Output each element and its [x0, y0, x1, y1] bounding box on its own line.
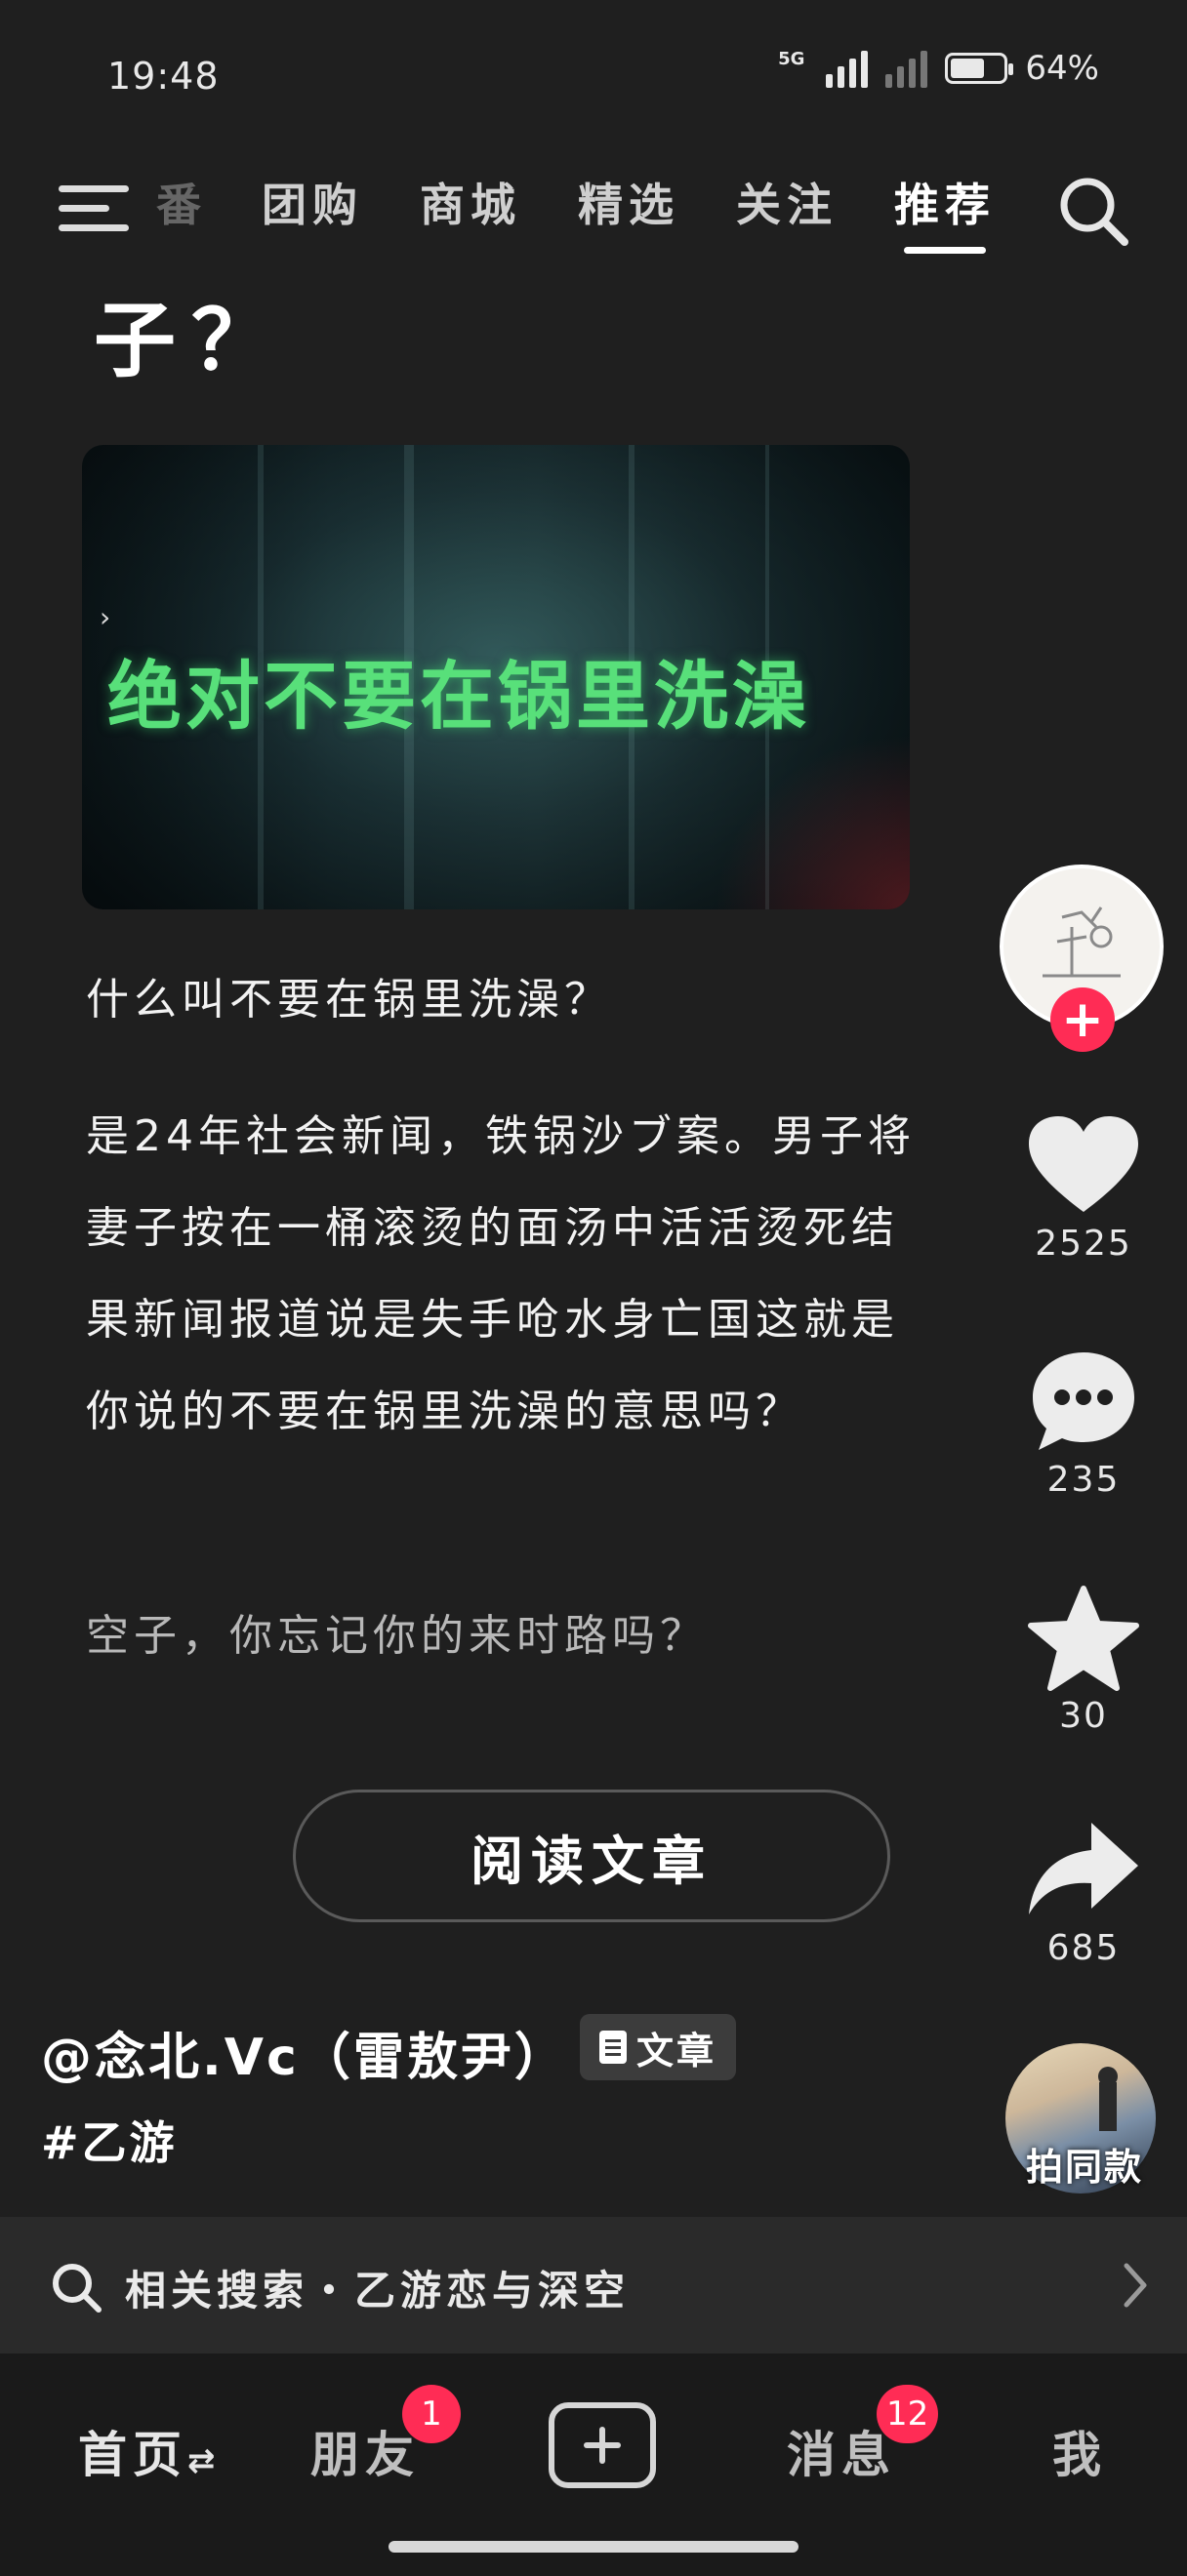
battery-percent: 64%	[1025, 49, 1099, 88]
heart-icon[interactable]	[1025, 1112, 1142, 1220]
network-type: 5G	[778, 49, 805, 69]
friends-badge: 1	[402, 2385, 461, 2443]
post-paragraph: 什么叫不要在锅里洗澡？	[86, 975, 612, 1025]
nav-home[interactable]: 首页⇄	[78, 2416, 216, 2486]
swap-icon: ⇄	[187, 2441, 216, 2480]
favorite-action[interactable]: 30	[996, 1585, 1171, 1736]
status-icons: 5G 64%	[778, 49, 1099, 88]
search-icon[interactable]	[1054, 172, 1132, 250]
share-action[interactable]: 685	[996, 1817, 1171, 1968]
post-paragraph: 空子，你忘记你的来时路吗？	[86, 1611, 708, 1661]
favorite-count: 30	[1059, 1696, 1108, 1736]
article-badge-label: 文章	[635, 2029, 716, 2073]
signal-icon-sim2	[885, 49, 928, 88]
search-icon	[53, 2264, 102, 2313]
post-title: 子？	[94, 293, 290, 388]
document-icon	[598, 2031, 627, 2064]
status-time: 19:48	[107, 55, 220, 98]
hashtag[interactable]: #乙游	[41, 2108, 178, 2172]
related-search-text: 相关搜索・乙游恋与深空	[125, 2267, 631, 2314]
top-tabs: 番 团购 商城 精选 关注 推荐	[156, 166, 996, 254]
chevron-right-icon	[1124, 2263, 1147, 2308]
tab-recommended[interactable]: 推荐	[894, 166, 996, 254]
article-badge[interactable]: 文章	[580, 2014, 736, 2080]
tab-group-buy[interactable]: 团购	[262, 166, 363, 244]
menu-icon[interactable]	[59, 181, 129, 236]
share-count: 685	[1046, 1928, 1121, 1968]
same-style-button[interactable]: 拍同款	[992, 2137, 1177, 2191]
create-post-button[interactable]	[549, 2402, 656, 2488]
read-article-button[interactable]: 阅读文章	[293, 1790, 890, 1922]
video-caption: 绝对不要在锅里洗澡	[107, 653, 810, 740]
tab-mall[interactable]: 商城	[420, 166, 521, 244]
nav-friends[interactable]: 朋友	[310, 2416, 420, 2486]
nav-home-label: 首页	[78, 2427, 187, 2483]
signal-icon	[826, 49, 869, 88]
share-icon[interactable]	[1023, 1817, 1144, 1924]
nav-me[interactable]: 我	[1052, 2416, 1107, 2486]
battery-icon	[945, 53, 1014, 84]
author-name[interactable]: @念北.Vc（雷敖尹）	[41, 2016, 568, 2089]
follow-button[interactable]: +	[1050, 987, 1115, 1052]
comment-icon[interactable]	[1025, 1347, 1142, 1456]
status-bar: 19:48 5G 64%	[0, 0, 1187, 146]
comment-action[interactable]: 235	[996, 1347, 1171, 1500]
video-thumbnail[interactable]: › 绝对不要在锅里洗澡	[82, 445, 910, 909]
tab-following[interactable]: 关注	[736, 166, 838, 244]
chevron-right-icon: ›	[100, 601, 111, 633]
top-nav: 番 团购 商城 精选 关注 推荐	[0, 166, 1187, 254]
comment-count: 235	[1046, 1460, 1121, 1500]
messages-badge: 12	[877, 2385, 939, 2443]
post-paragraph: 是24年社会新闻，铁锅沙ブ案。男子将妻子按在一桶滚烫的面汤中活活烫死结果新闻报道…	[86, 1111, 916, 1436]
tab-live[interactable]: 番	[156, 166, 205, 244]
home-indicator[interactable]	[389, 2541, 798, 2553]
tab-featured[interactable]: 精选	[578, 166, 679, 244]
like-action[interactable]: 2525	[996, 1112, 1171, 1264]
star-icon[interactable]	[1025, 1585, 1142, 1692]
related-search-bar[interactable]: 相关搜索・乙游恋与深空	[0, 2217, 1187, 2354]
like-count: 2525	[1035, 1224, 1132, 1264]
